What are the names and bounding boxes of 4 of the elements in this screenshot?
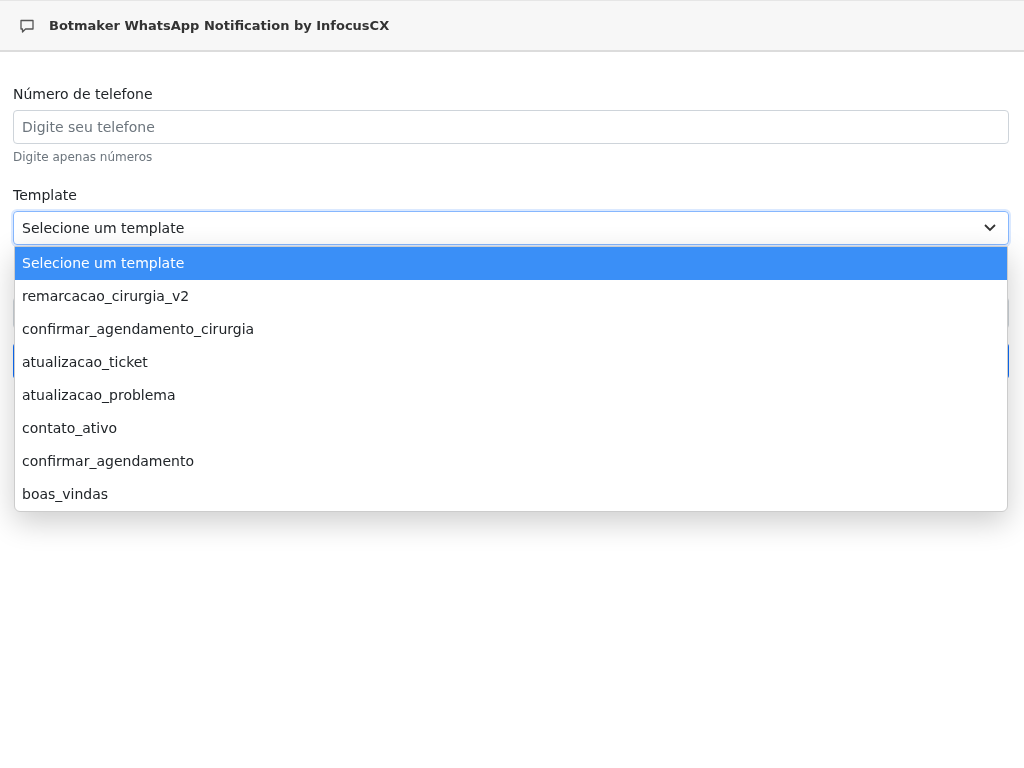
field-label: Número de telefone <box>13 86 154 102</box>
field-label: Template <box>13 187 78 203</box>
app-title: Botmaker WhatsApp Notification by InfocusCX <box>49 18 390 33</box>
help-text: Digite apenas números <box>13 150 154 164</box>
